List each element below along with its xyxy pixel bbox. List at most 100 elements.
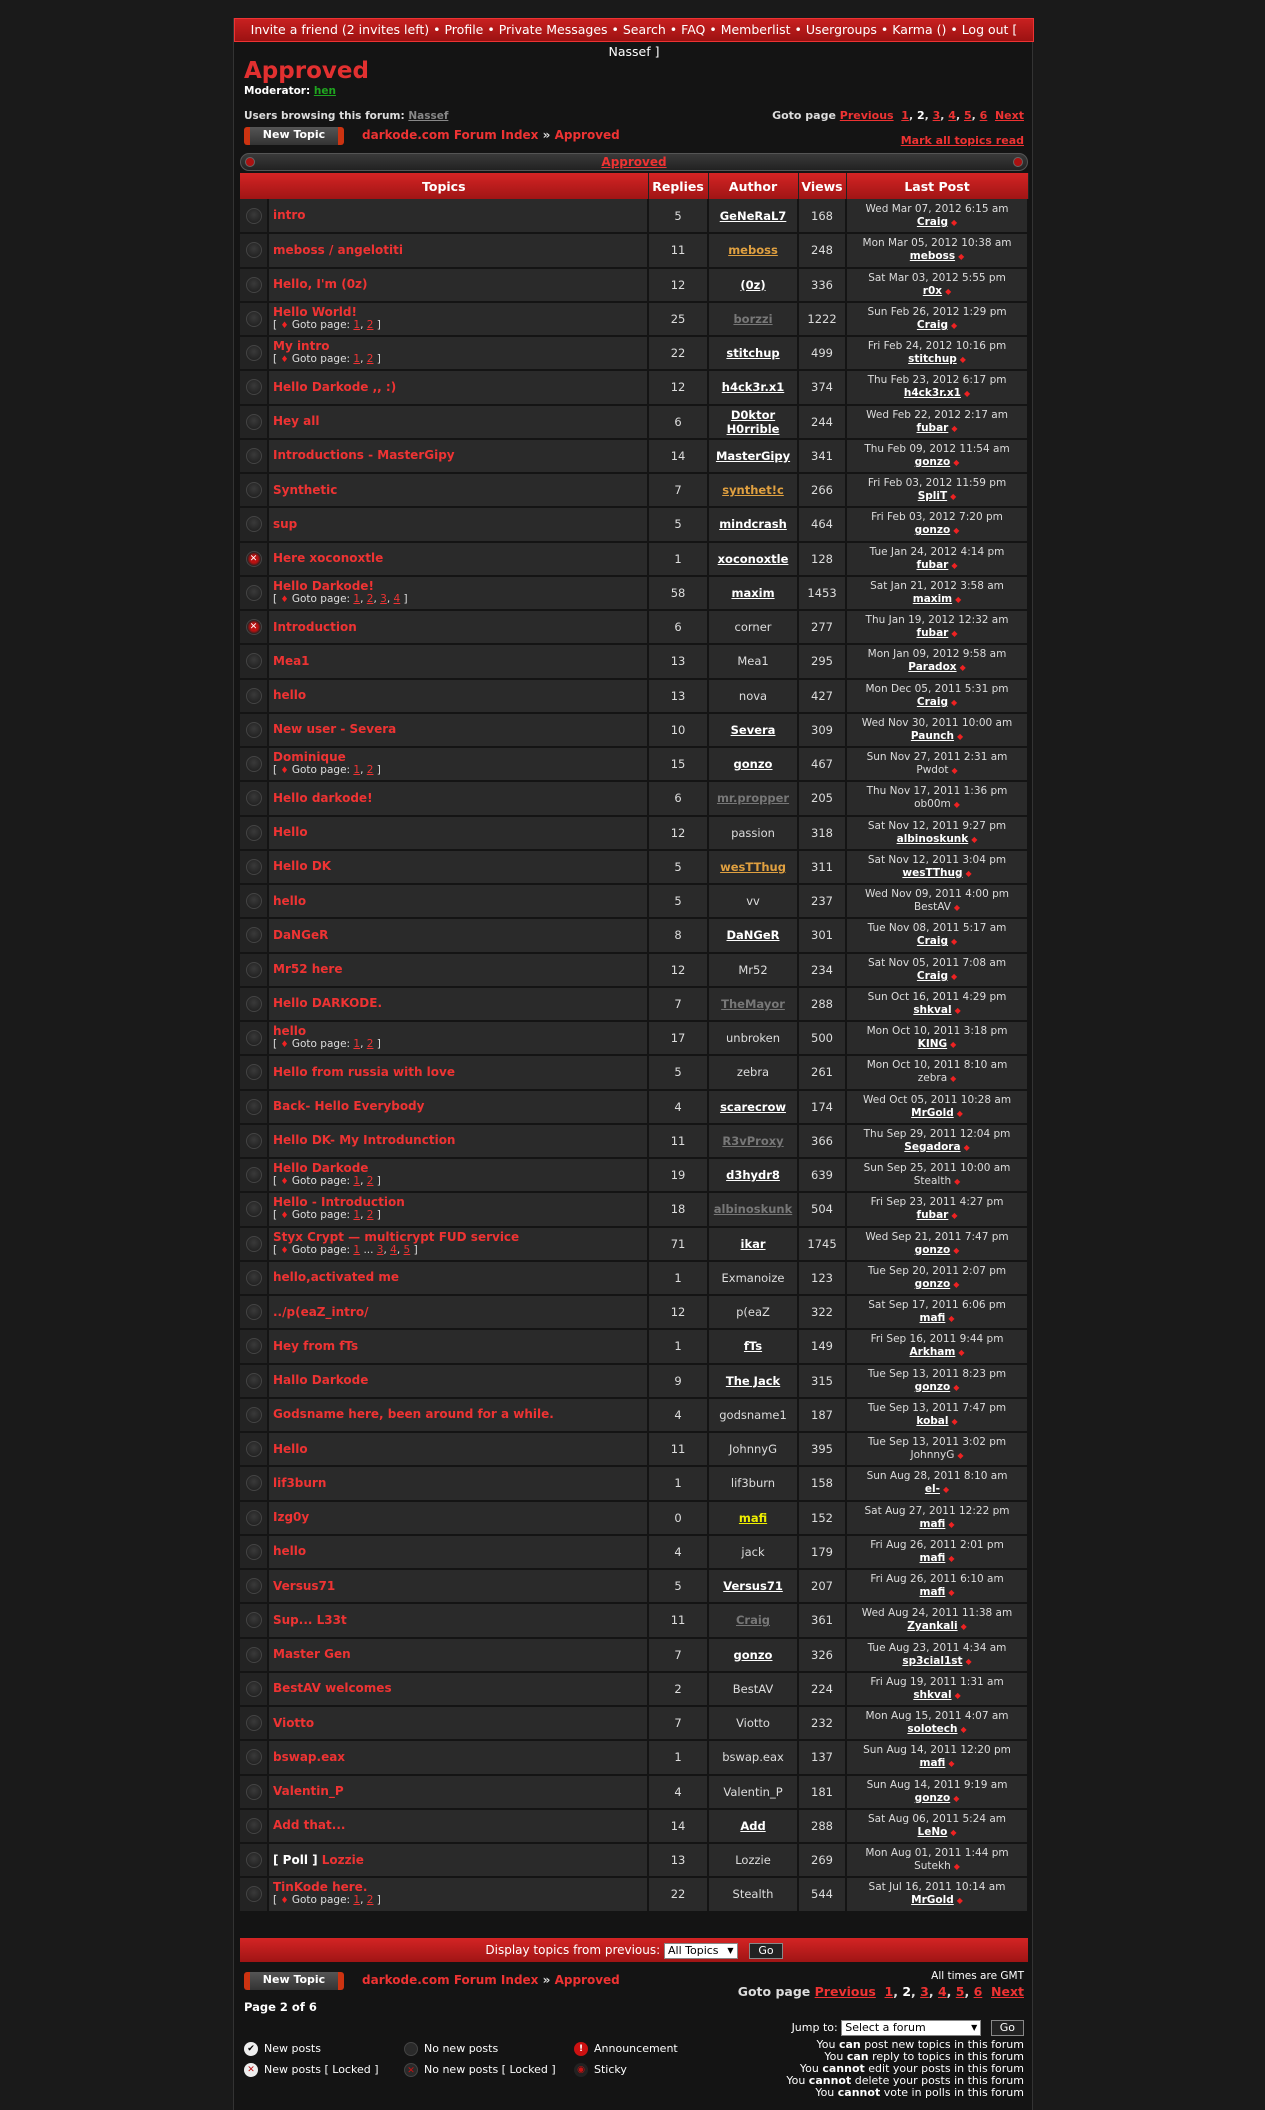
last-post-user[interactable]: SpliT [918,490,947,502]
last-post-user[interactable]: gonzo [915,1381,951,1393]
topic-page-link[interactable]: 2 [367,353,374,365]
last-post-user[interactable]: r0x [923,285,942,297]
nav-item-1[interactable]: Profile [444,22,483,37]
view-latest-post-icon[interactable]: ◆ [951,424,957,433]
view-latest-post-icon[interactable]: ◆ [961,1725,967,1734]
last-post-user[interactable]: mafi [920,1518,946,1530]
view-latest-post-icon[interactable]: ◆ [953,1794,959,1803]
breadcrumb-index-link[interactable]: darkode.com Forum Index [362,1973,538,1987]
topic-title-link[interactable]: sup [273,517,647,531]
topic-title-link[interactable]: hello,activated me [273,1271,647,1284]
topic-page-link[interactable]: 1 [353,1244,360,1256]
topic-page-link[interactable]: 2 [367,764,374,776]
view-latest-post-icon[interactable]: ◆ [950,1074,956,1083]
topic-title-link[interactable]: Hello darkode! [273,791,647,805]
topic-title-link[interactable]: lif3burn [273,1476,647,1490]
topic-page-link[interactable]: 1 [353,1209,360,1221]
topic-title-link[interactable]: Introduction [273,620,647,634]
topic-page-link[interactable]: 3 [377,1244,384,1256]
view-latest-post-icon[interactable]: ◆ [958,1348,964,1357]
last-post-user[interactable]: Segadora [904,1141,960,1153]
author-link[interactable]: borzzi [733,312,772,326]
author-link[interactable]: GeNeRaL7 [720,209,787,223]
goto-page-link[interactable]: 6 [974,1984,983,1999]
author-link[interactable]: D0ktor H0rrible [727,408,780,436]
jump-to-select[interactable]: Select a forum ▼ [841,2020,982,2036]
view-latest-post-icon[interactable]: ◆ [965,869,971,878]
view-latest-post-icon[interactable]: ◆ [955,1006,961,1015]
topic-title-link[interactable]: Hello from russia with love [273,1065,647,1079]
author-link[interactable]: xoconoxtle [718,552,789,566]
topic-title-link[interactable]: ../p(eaZ_intro/ [273,1305,647,1319]
view-latest-post-icon[interactable]: ◆ [950,1040,956,1049]
goto-previous-link[interactable]: Previous [840,109,894,122]
view-latest-post-icon[interactable]: ◆ [954,1862,960,1871]
author-link[interactable]: The Jack [726,1374,780,1388]
view-latest-post-icon[interactable]: ◆ [957,1896,963,1905]
last-post-user[interactable]: Paunch [911,730,954,742]
view-latest-post-icon[interactable]: ◆ [957,1451,963,1460]
topic-page-link[interactable]: 2 [367,1894,374,1906]
last-post-user[interactable]: mafi [920,1552,946,1564]
author-link[interactable]: albinoskunk [714,1202,792,1216]
nav-item-7[interactable]: Karma () [892,22,946,37]
jump-go-button[interactable]: Go [990,2020,1024,2036]
author-link[interactable]: h4ck3r.x1 [722,380,784,394]
view-latest-post-icon[interactable]: ◆ [954,800,960,809]
breadcrumb-current-link[interactable]: Approved [555,128,620,142]
last-post-user[interactable]: stitchup [908,353,957,365]
author-link[interactable]: meboss [728,243,778,257]
view-latest-post-icon[interactable]: ◆ [961,1622,967,1631]
topic-title-link[interactable]: Hello, I'm (0z) [273,278,647,291]
topic-title-link[interactable]: intro [273,209,647,222]
view-latest-post-icon[interactable]: ◆ [953,1280,959,1289]
goto-page-link[interactable]: 1 [885,1984,894,1999]
topic-title-link[interactable]: Hello [273,1442,647,1456]
view-latest-post-icon[interactable]: ◆ [952,1417,958,1426]
breadcrumb-current-link[interactable]: Approved [555,1973,620,1987]
author-link[interactable]: mr.propper [717,791,789,805]
topic-page-link[interactable]: 2 [367,1175,374,1187]
last-post-user[interactable]: fubar [917,559,949,571]
goto-page-link[interactable]: 5 [956,1984,965,1999]
author-link[interactable]: ikar [741,1237,766,1251]
last-post-user[interactable]: kobal [916,1415,948,1427]
topic-title-link[interactable]: Synthetic [273,483,647,497]
view-latest-post-icon[interactable]: ◆ [948,1759,954,1768]
topic-title-link[interactable]: BestAV welcomes [273,1682,647,1695]
topic-title-link[interactable]: Mr52 here [273,963,647,976]
last-post-user[interactable]: wesTThug [902,867,962,879]
author-link[interactable]: (0z) [740,278,765,292]
topic-title-link[interactable]: [ Poll ] Lozzie [273,1853,647,1867]
last-post-user[interactable]: fubar [917,1209,949,1221]
last-post-user[interactable]: mafi [920,1586,946,1598]
last-post-user[interactable]: fubar [917,627,949,639]
last-post-user[interactable]: shkval [913,1689,951,1701]
topic-title-link[interactable]: Hello - Introduction [273,1196,647,1209]
author-link[interactable]: TheMayor [721,997,785,1011]
view-latest-post-icon[interactable]: ◆ [948,1520,954,1529]
last-post-user[interactable]: Craig [917,319,948,331]
view-latest-post-icon[interactable]: ◆ [960,355,966,364]
last-post-user[interactable]: gonzo [915,1278,951,1290]
forum-caption-link[interactable]: Approved [601,155,666,169]
goto-next-link[interactable]: Next [991,1984,1024,1999]
view-latest-post-icon[interactable]: ◆ [951,937,957,946]
goto-previous-link[interactable]: Previous [815,1984,876,1999]
view-latest-post-icon[interactable]: ◆ [948,1314,954,1323]
view-latest-post-icon[interactable]: ◆ [951,629,957,638]
last-post-user[interactable]: gonzo [915,1792,951,1804]
topic-page-link[interactable]: 1 [353,1038,360,1050]
topic-title-link[interactable]: hello [273,689,647,702]
author-link[interactable]: stitchup [726,346,779,360]
breadcrumb-index-link[interactable]: darkode.com Forum Index [362,128,538,142]
topic-title-link[interactable]: Styx Crypt — multicrypt FUD service [273,1230,647,1244]
author-link[interactable]: wesTThug [720,860,786,874]
topic-title-link[interactable]: hello [273,894,647,908]
author-link[interactable]: fTs [744,1339,762,1353]
view-latest-post-icon[interactable]: ◆ [952,766,958,775]
nav-item-2[interactable]: Private Messages [499,22,608,37]
topic-title-link[interactable]: Godsname here, been around for a while. [273,1408,647,1421]
author-link[interactable]: synthet!c [722,483,784,497]
moderator-link[interactable]: hen [314,85,336,97]
